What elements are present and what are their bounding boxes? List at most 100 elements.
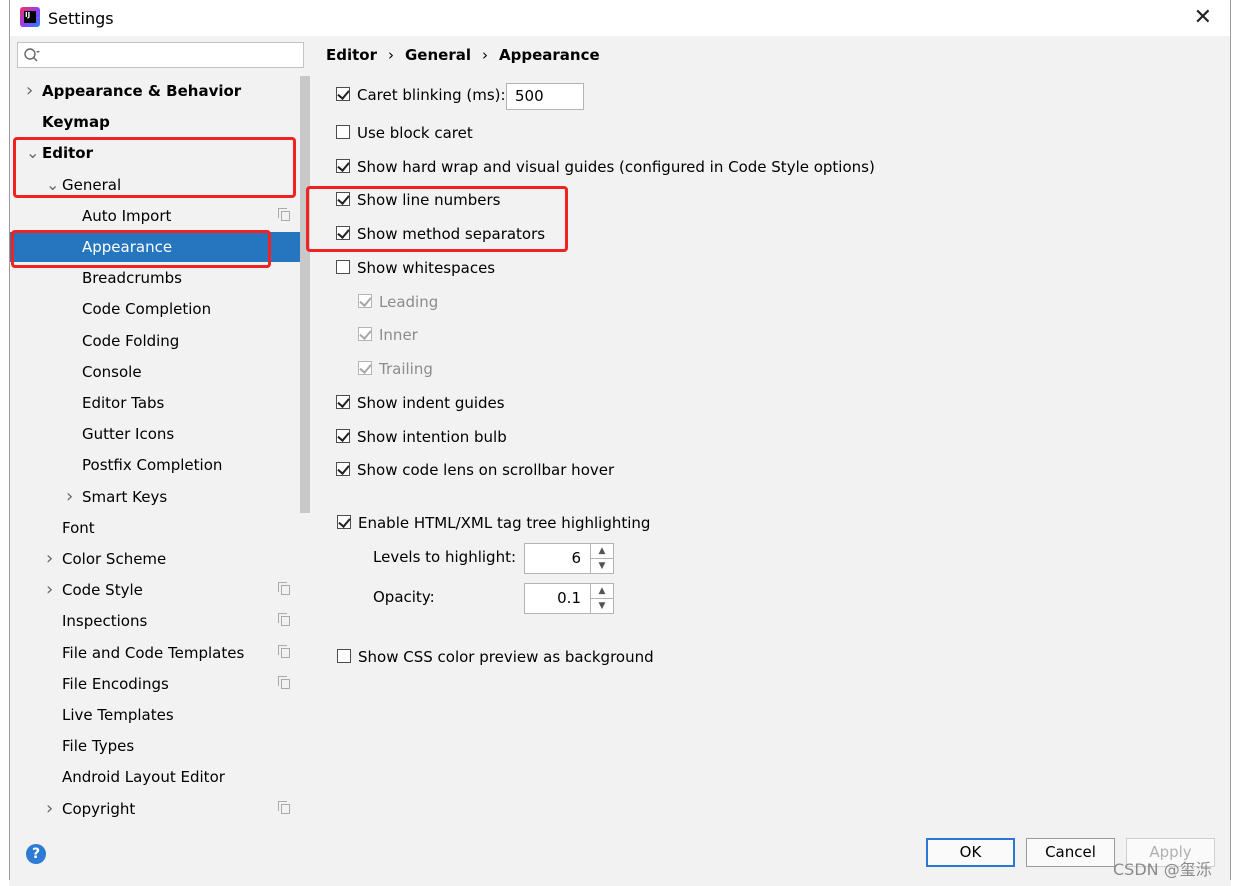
chevron-right-icon[interactable]: ›	[46, 575, 53, 605]
tree-item-editor-tabs[interactable]: Editor Tabs	[10, 388, 310, 418]
chevron-right-icon[interactable]: ›	[46, 544, 53, 574]
tree-item-auto-import[interactable]: Auto Import	[10, 201, 310, 231]
opacity-spinner[interactable]: 0.1 ▲ ▼	[524, 583, 614, 614]
tree-item-file-and-code-templates[interactable]: File and Code Templates	[10, 638, 310, 668]
app-logo-icon: IJ	[20, 7, 40, 27]
tree-item-font[interactable]: Font	[10, 513, 310, 543]
block-caret-checkbox[interactable]	[336, 125, 350, 139]
dialog-button-bar: ? OK Cancel Apply	[10, 826, 1230, 880]
search-input[interactable]	[17, 42, 304, 68]
leading-checkbox	[358, 294, 372, 308]
tree-item-keymap[interactable]: Keymap	[10, 107, 310, 137]
tree-item-gutter-icons[interactable]: Gutter Icons	[10, 419, 310, 449]
tag-tree-checkbox[interactable]	[337, 515, 351, 529]
watermark-text: CSDN @玺泺	[1113, 860, 1212, 879]
leading-label: Leading	[379, 293, 439, 311]
opacity-value: 0.1	[557, 589, 581, 607]
chevron-right-icon[interactable]: ›	[26, 76, 33, 106]
tree-item-postfix-completion[interactable]: Postfix Completion	[10, 450, 310, 480]
inner-label: Inner	[379, 326, 418, 344]
tree-item-label: Copyright	[62, 799, 136, 818]
chevron-right-icon[interactable]: ›	[46, 794, 53, 824]
code-lens-label: Show code lens on scrollbar hover	[357, 461, 615, 479]
tree-item-label: File Types	[62, 737, 135, 756]
chevron-down-icon[interactable]: ▼	[591, 599, 613, 613]
appearance-settings-panel: Editor › General › Appearance Caret blinking…	[306, 36, 1230, 826]
background-left-edge	[0, 0, 9, 886]
tree-item-android-layout-editor[interactable]: Android Layout Editor	[10, 762, 310, 792]
search-icon	[24, 48, 40, 62]
css-preview-label: Show CSS color preview as background	[358, 648, 654, 666]
tree-item-inspections[interactable]: Inspections	[10, 606, 310, 636]
project-settings-icon	[278, 800, 290, 814]
tree-item-console[interactable]: Console	[10, 357, 310, 387]
levels-spinner-buttons[interactable]: ▲ ▼	[590, 544, 613, 573]
levels-value: 6	[571, 549, 581, 567]
tree-item-file-types[interactable]: File Types	[10, 731, 310, 761]
tree-item-smart-keys[interactable]: › Smart Keys	[10, 482, 310, 512]
tree-item-label: File and Code Templates	[62, 643, 245, 662]
help-icon[interactable]: ?	[26, 844, 46, 864]
project-settings-icon	[278, 675, 290, 689]
opacity-spinner-buttons[interactable]: ▲ ▼	[590, 584, 613, 613]
breadcrumb-general: General	[405, 46, 471, 64]
tree-item-label: Android Layout Editor	[62, 768, 225, 787]
tree-item-label: Color Scheme	[62, 550, 167, 568]
tree-item-label: Smart Keys	[82, 487, 168, 506]
tree-item-code-style[interactable]: › Code Style	[10, 575, 310, 605]
levels-spinner[interactable]: 6 ▲ ▼	[524, 543, 614, 574]
tree-item-live-templates[interactable]: Live Templates	[10, 700, 310, 730]
css-preview-checkbox[interactable]	[337, 649, 351, 663]
tree-item-copyright[interactable]: › Copyright	[10, 794, 310, 824]
chevron-up-icon[interactable]: ▲	[591, 584, 613, 599]
highlight-annotation-editor-general	[13, 137, 296, 198]
breadcrumb: Editor › General › Appearance	[326, 46, 600, 64]
breadcrumb-editor: Editor	[326, 46, 377, 64]
chevron-down-icon[interactable]: ▼	[591, 559, 613, 573]
cancel-button[interactable]: Cancel	[1026, 838, 1115, 867]
breadcrumb-separator: ›	[482, 46, 488, 64]
intention-bulb-label: Show intention bulb	[357, 428, 507, 446]
tree-item-label: Editor Tabs	[82, 394, 165, 412]
tree-item-appearance-behavior[interactable]: › Appearance & Behavior	[10, 76, 310, 106]
tree-item-color-scheme[interactable]: › Color Scheme	[10, 544, 310, 574]
tree-item-label: Code Style	[62, 581, 143, 600]
window-title: Settings	[48, 9, 114, 28]
background-right-edge	[1231, 0, 1240, 886]
tree-item-file-encodings[interactable]: File Encodings	[10, 669, 310, 699]
inner-checkbox	[358, 327, 372, 341]
breadcrumb-separator: ›	[388, 46, 394, 64]
ok-button[interactable]: OK	[926, 838, 1015, 867]
code-lens-checkbox[interactable]	[336, 462, 350, 476]
tree-scrollbar[interactable]	[300, 76, 310, 513]
close-icon[interactable]: ✕	[1194, 5, 1212, 30]
indent-guides-label: Show indent guides	[357, 394, 505, 412]
caret-blinking-field[interactable]: 500	[506, 83, 584, 110]
hard-wrap-checkbox[interactable]	[336, 159, 350, 173]
tree-item-label: Gutter Icons	[82, 425, 175, 444]
tree-item-label: Font	[62, 518, 95, 537]
caret-blinking-checkbox[interactable]	[336, 87, 350, 101]
app-logo-text: IJ	[24, 11, 36, 23]
highlight-annotation-options	[306, 186, 568, 252]
chevron-up-icon[interactable]: ▲	[591, 544, 613, 559]
trailing-label: Trailing	[379, 360, 433, 378]
trailing-checkbox	[358, 361, 372, 375]
opacity-label: Opacity:	[373, 588, 435, 606]
chevron-right-icon[interactable]: ›	[66, 482, 73, 512]
breadcrumb-appearance: Appearance	[499, 46, 600, 64]
intention-bulb-checkbox[interactable]	[336, 429, 350, 443]
tree-item-label: Keymap	[42, 113, 110, 132]
project-settings-icon	[278, 644, 290, 658]
whitespaces-checkbox[interactable]	[336, 260, 350, 274]
tree-item-label: Auto Import	[82, 206, 172, 225]
tree-item-label: File Encodings	[62, 674, 169, 693]
project-settings-icon	[278, 207, 290, 221]
tree-item-label: Code Folding	[82, 331, 180, 350]
tree-item-code-folding[interactable]: Code Folding	[10, 326, 310, 356]
tree-item-code-completion[interactable]: Code Completion	[10, 294, 310, 324]
indent-guides-checkbox[interactable]	[336, 395, 350, 409]
tree-item-label: Appearance & Behavior	[42, 82, 242, 100]
project-settings-icon	[278, 613, 290, 627]
caret-blinking-label: Caret blinking (ms):	[357, 86, 506, 104]
